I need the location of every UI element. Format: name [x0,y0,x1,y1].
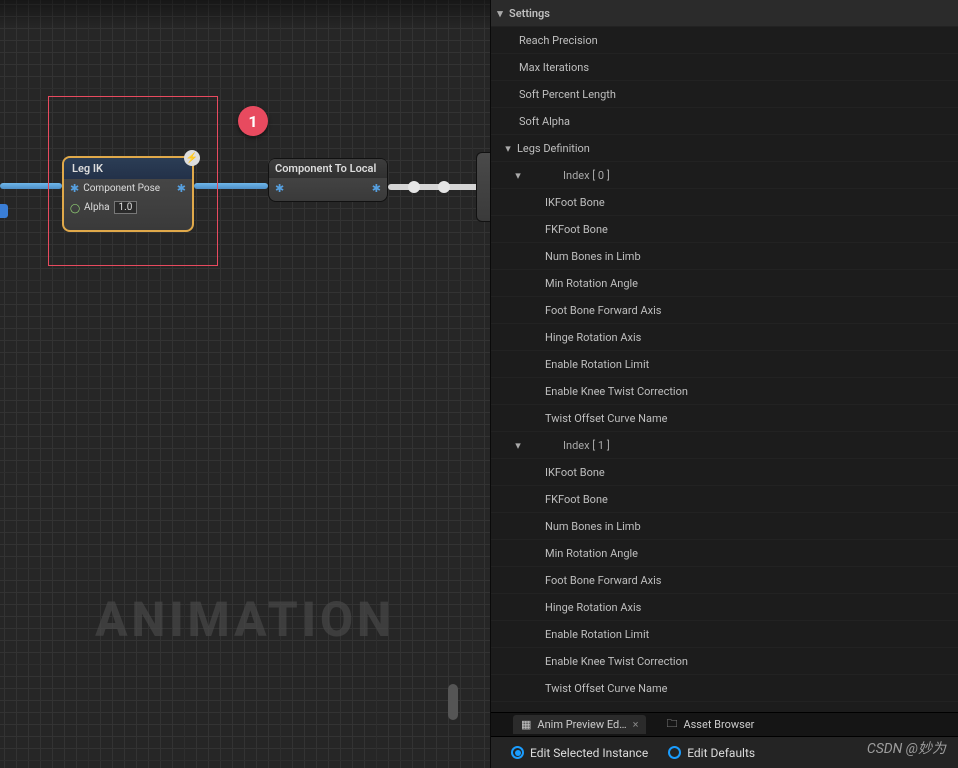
pose-pin-icon[interactable]: ✱ [275,182,284,195]
node-title: Component To Local [269,159,387,178]
tab-icon: ▦ [521,718,531,731]
row-fwd: Foot Bone Forward Axis Y⌄ [491,297,958,324]
option-edit-defaults[interactable]: Edit Defaults [668,746,755,760]
property-label: Foot Bone Forward Axis [545,304,661,317]
row-hinge: Hinge Rotation Axis None⌄ [491,324,958,351]
option-edit-selected[interactable]: Edit Selected Instance [511,746,648,760]
annotation-box-1 [48,96,218,266]
row-ikfoot: IKFoot Bone ik_foot_r⌄ [491,459,958,486]
wire [388,184,490,190]
row-twist: Twist Offset Curve Name [491,405,958,432]
property-label: Enable Rotation Limit [545,628,649,641]
property-label: IKFoot Bone [545,466,605,479]
property-label: Enable Rotation Limit [545,358,649,371]
bottom-tabs: ▦ Anim Preview Ed… × 🗀 Asset Browser [491,712,958,736]
image-watermark: CSDN @妙为 [867,738,946,758]
property-label: Twist Offset Curve Name [545,682,667,695]
property-label: Hinge Rotation Axis [545,601,641,614]
radio-icon[interactable] [511,746,524,759]
scrollbar-handle[interactable] [448,684,458,720]
row-array-index: Index [ 1 ] 9 members ⌄ [491,432,958,459]
row-fwd: Foot Bone Forward Axis Y⌄ [491,567,958,594]
property-label: Legs Definition [517,142,590,155]
tab-asset-browser[interactable]: 🗀 Asset Browser [658,712,762,737]
property-label: Enable Knee Twist Correction [545,385,688,398]
property-label: Max Iterations [491,61,589,74]
row-minrot: Min Rotation Angle [491,270,958,297]
row-legs-definition: Legs Definition 2 Array elements ⊕ 🗑 [491,135,958,162]
array-index-label: Index [ 1 ] [563,439,610,452]
property-label: Num Bones in Limb [545,250,641,263]
property-label: Soft Alpha [491,115,570,128]
option-label: Edit Selected Instance [530,746,648,760]
row-ikfoot: IKFoot Bone ik_foot_l⌄ [491,189,958,216]
tab-anim-preview[interactable]: ▦ Anim Preview Ed… × [513,715,646,734]
property-label: Num Bones in Limb [545,520,641,533]
callout-1: 1 [238,106,268,136]
caret-icon[interactable] [509,439,527,452]
row-reach-precision: Reach Precision [491,27,958,54]
option-label: Edit Defaults [687,746,755,760]
row-numbones: Num Bones in Limb [491,513,958,540]
row-numbones: Num Bones in Limb [491,243,958,270]
property-label: Twist Offset Curve Name [545,412,667,425]
tab-label: Asset Browser [683,718,754,731]
pose-pin-out-icon[interactable]: ✱ [372,182,381,195]
property-label: Min Rotation Angle [545,547,638,560]
node-stub-right [476,152,490,222]
graph-watermark: ANIMATION [95,591,395,648]
category-settings[interactable]: Settings [491,0,958,27]
graph-shadow [0,0,490,28]
caret-icon[interactable] [499,142,517,155]
row-array-index: Index [ 0 ] 9 members ⌄ [491,162,958,189]
node-stub-left [0,204,8,218]
row-twist: Twist Offset Curve Name [491,675,958,702]
property-label: IKFoot Bone [545,196,605,209]
row-hinge: Hinge Rotation Axis None⌄ [491,594,958,621]
folder-icon: 🗀 [666,715,677,734]
property-label: Soft Percent Length [491,88,616,101]
row-fkfoot: FKFoot Bone foot_r⌄ [491,486,958,513]
row-soft-alpha: Soft Alpha Bind▾ [491,108,958,135]
property-label: Min Rotation Angle [545,277,638,290]
row-soft-percent-length: Soft Percent Length Bind▾ [491,81,958,108]
caret-icon[interactable] [509,169,527,182]
row-max-iterations: Max Iterations [491,54,958,81]
property-label: Foot Bone Forward Axis [545,574,661,587]
node-component-to-local[interactable]: Component To Local ✱ ✱ [268,158,388,202]
property-label: Enable Knee Twist Correction [545,655,688,668]
tab-label: Anim Preview Ed… [537,718,626,731]
row-enrot: Enable Rotation Limit [491,351,958,378]
property-label: FKFoot Bone [545,223,608,236]
property-label: FKFoot Bone [545,493,608,506]
details-panel: Settings Reach Precision Max Iterations … [490,0,958,768]
category-label: Settings [509,7,550,20]
array-index-label: Index [ 0 ] [563,169,610,182]
row-fkfoot: FKFoot Bone foot_l⌄ [491,216,958,243]
row-knee: Enable Knee Twist Correction ✓ [491,378,958,405]
row-enrot: Enable Rotation Limit [491,621,958,648]
row-minrot: Min Rotation Angle [491,540,958,567]
property-label: Hinge Rotation Axis [545,331,641,344]
caret-icon[interactable] [491,7,509,20]
radio-icon[interactable] [668,746,681,759]
row-knee: Enable Knee Twist Correction ✓ [491,648,958,675]
property-label: Reach Precision [491,34,598,47]
close-icon[interactable]: × [633,718,639,731]
